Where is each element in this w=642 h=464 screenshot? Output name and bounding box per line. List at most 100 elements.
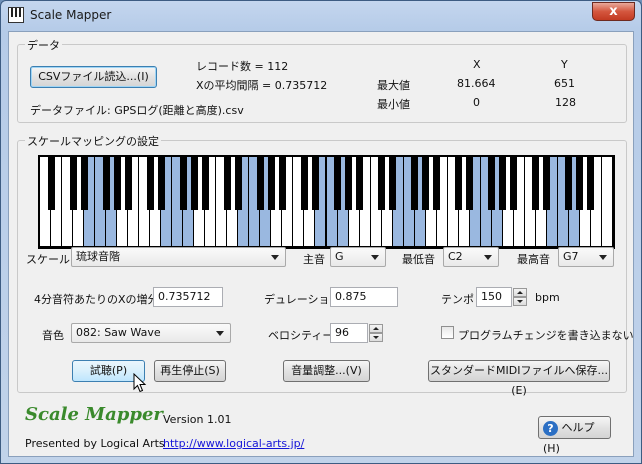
piano-black-key[interactable] xyxy=(256,157,264,210)
piano-black-key[interactable] xyxy=(146,157,154,210)
piano-black-key[interactable] xyxy=(488,157,496,210)
chevron-down-icon xyxy=(216,331,224,336)
lowest-note-label: 最低音 xyxy=(402,253,435,266)
tempo-unit: bpm xyxy=(535,291,560,304)
quarter-note-input[interactable]: 0.735712 xyxy=(153,287,223,307)
help-button[interactable]: ? ヘルプ(H) xyxy=(538,416,611,455)
piano-black-key[interactable] xyxy=(499,157,507,210)
min-x-value: 0 xyxy=(473,96,480,109)
highest-note-select[interactable]: G7 xyxy=(558,247,614,267)
piano-black-key[interactable] xyxy=(565,157,573,210)
stop-button[interactable]: 再生停止(S) xyxy=(154,360,226,382)
arrow-down-icon[interactable] xyxy=(513,297,527,306)
tempo-stepper[interactable] xyxy=(513,288,527,306)
piano-black-key[interactable] xyxy=(433,157,441,210)
piano-black-key[interactable] xyxy=(389,157,397,210)
velocity-stepper[interactable] xyxy=(369,324,383,342)
presented-by: Presented by Logical Arts xyxy=(25,437,165,450)
piano-black-key[interactable] xyxy=(157,157,165,210)
piano-black-key[interactable] xyxy=(69,157,77,210)
x-interval: Xの平均間隔 = 0.735712 xyxy=(196,79,328,92)
scale-label: スケール xyxy=(26,253,70,266)
help-icon: ? xyxy=(543,420,558,436)
piano-app-icon xyxy=(8,7,24,23)
piano-black-key[interactable] xyxy=(223,157,231,210)
piano-black-key[interactable] xyxy=(466,157,474,210)
piano-black-key[interactable] xyxy=(532,157,540,210)
min-y-value: 128 xyxy=(555,96,576,109)
chevron-down-icon xyxy=(599,255,607,260)
arrow-up-icon[interactable] xyxy=(369,324,383,333)
lowest-note-value: C2 xyxy=(448,250,463,263)
piano-black-key[interactable] xyxy=(311,157,319,210)
close-icon: x xyxy=(609,4,618,19)
piano-black-key[interactable] xyxy=(455,157,463,210)
lowest-note-select[interactable]: C2 xyxy=(443,247,499,267)
velocity-label: ベロシティー xyxy=(268,329,334,342)
piano-black-key[interactable] xyxy=(587,157,595,210)
velocity-input[interactable]: 96 xyxy=(330,323,368,343)
piano-black-key[interactable] xyxy=(124,157,132,210)
tone-select-value: 082: Saw Wave xyxy=(76,326,161,339)
piano-black-key[interactable] xyxy=(267,157,275,210)
max-label: 最大値 xyxy=(377,79,410,92)
piano-black-key[interactable] xyxy=(411,157,419,210)
program-change-label[interactable]: プログラムチェンジを書き込まない xyxy=(458,327,634,343)
website-link[interactable]: http://www.logical-arts.jp/ xyxy=(163,437,304,450)
col-x-header: X xyxy=(473,58,481,71)
client-area: データ CSVファイル読込...(I) レコード数 = 112 Xの平均間隔 =… xyxy=(8,31,634,457)
tonic-select[interactable]: G xyxy=(330,247,386,267)
piano-black-key[interactable] xyxy=(179,157,187,210)
piano-black-key[interactable] xyxy=(378,157,386,210)
scale-select[interactable]: 琉球音階 xyxy=(71,247,286,267)
piano-black-key[interactable] xyxy=(543,157,551,210)
tempo-input[interactable]: 150 xyxy=(476,287,512,307)
piano-black-key[interactable] xyxy=(201,157,209,210)
tone-select[interactable]: 082: Saw Wave xyxy=(71,323,231,343)
tempo-label: テンポ xyxy=(441,293,474,306)
data-file-name: データファイル: GPSログ(距離と高度).csv xyxy=(30,104,244,117)
piano-black-key[interactable] xyxy=(334,157,342,210)
mouse-cursor-icon xyxy=(133,373,147,393)
col-y-header: Y xyxy=(561,58,568,71)
window-title: Scale Mapper xyxy=(30,8,112,22)
piano-black-key[interactable] xyxy=(356,157,364,210)
tone-label: 音色 xyxy=(42,329,64,342)
chevron-down-icon xyxy=(371,255,379,260)
chevron-down-icon xyxy=(271,255,279,260)
piano-black-key[interactable] xyxy=(113,157,121,210)
piano-black-key[interactable] xyxy=(576,157,584,210)
piano-black-key[interactable] xyxy=(300,157,308,210)
piano-black-key[interactable] xyxy=(345,157,353,210)
piano-black-key[interactable] xyxy=(234,157,242,210)
tonic-label: 主音 xyxy=(303,253,325,266)
piano-black-key[interactable] xyxy=(47,157,55,210)
duration-input[interactable]: 0.875 xyxy=(330,287,398,307)
data-group-title: データ xyxy=(25,37,62,53)
chevron-down-icon xyxy=(484,255,492,260)
piano-black-key[interactable] xyxy=(190,157,198,210)
quarter-note-label: 4分音符あたりのXの増分 xyxy=(34,293,159,306)
arrow-up-icon[interactable] xyxy=(513,288,527,297)
csv-load-button[interactable]: CSVファイル読込...(I) xyxy=(30,66,157,88)
piano-black-key[interactable] xyxy=(278,157,286,210)
piano-keyboard[interactable] xyxy=(38,155,615,249)
close-button[interactable]: x xyxy=(592,2,635,21)
app-logo: Scale Mapper xyxy=(25,404,163,425)
piano-white-key[interactable] xyxy=(601,157,613,246)
piano-black-key[interactable] xyxy=(510,157,518,210)
arrow-down-icon[interactable] xyxy=(369,333,383,342)
save-midi-button[interactable]: スタンダードMIDIファイルへ保存...(E) xyxy=(428,360,610,397)
min-label: 最小値 xyxy=(377,98,410,111)
volume-button[interactable]: 音量調整...(V) xyxy=(283,360,370,382)
highest-note-label: 最高音 xyxy=(517,253,550,266)
piano-black-key[interactable] xyxy=(80,157,88,210)
max-y-value: 651 xyxy=(554,77,575,90)
title-bar[interactable]: Scale Mapper x xyxy=(1,1,641,31)
piano-black-key[interactable] xyxy=(102,157,110,210)
program-change-checkbox[interactable] xyxy=(441,326,454,339)
max-x-value: 81.664 xyxy=(457,77,496,90)
app-window: Scale Mapper x データ CSVファイル読込...(I) レコード数… xyxy=(0,0,642,464)
version-text: Version 1.01 xyxy=(163,413,232,426)
piano-black-key[interactable] xyxy=(422,157,430,210)
